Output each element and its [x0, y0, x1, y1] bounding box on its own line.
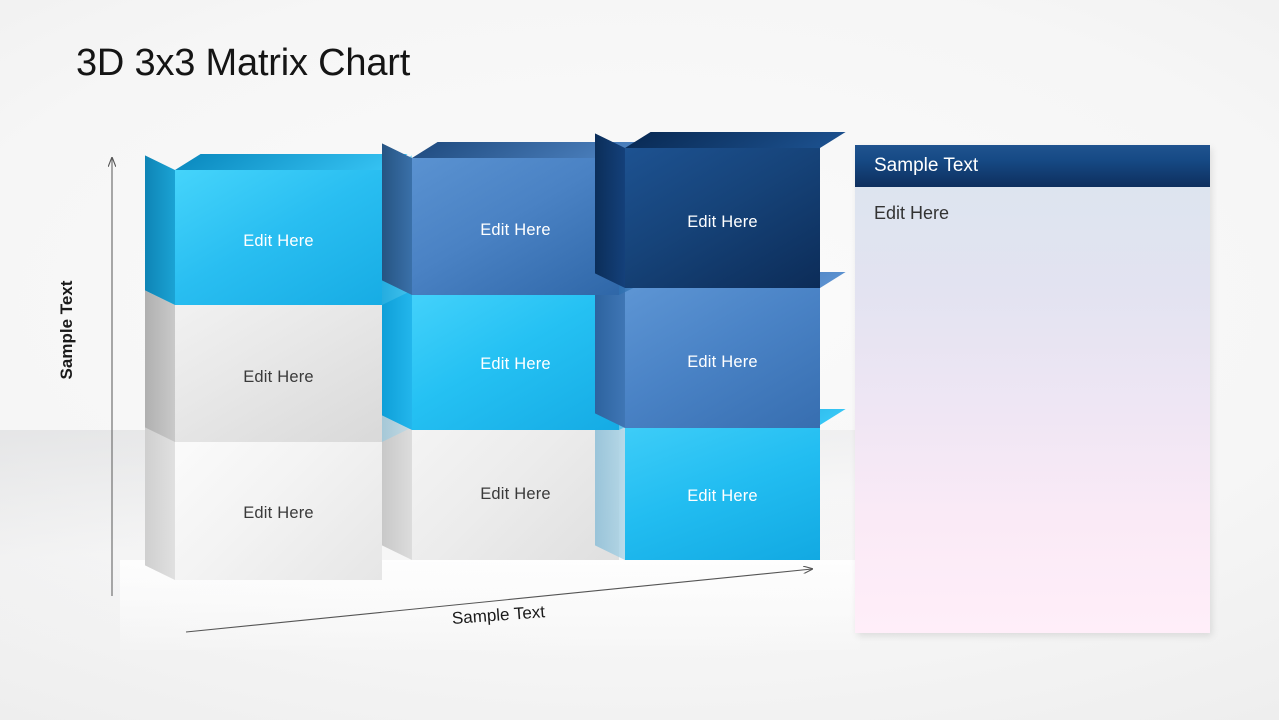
cell-top-face	[625, 132, 846, 148]
cell-top-face	[175, 154, 408, 170]
cell-left-face	[145, 290, 175, 442]
text-panel-body-label: Edit Here	[874, 203, 950, 223]
slide-canvas: 3D 3x3 Matrix Chart Sample Text Sample T…	[0, 0, 1279, 720]
cell-label: Edit Here	[243, 503, 314, 522]
cell-label: Edit Here	[480, 484, 551, 503]
text-panel-header-label: Sample Text	[874, 155, 979, 176]
cell-front-face: Edit Here	[625, 288, 820, 428]
cell-front-face: Edit Here	[625, 425, 820, 560]
cell-label: Edit Here	[687, 212, 758, 231]
text-panel-body[interactable]: Edit Here	[855, 187, 1210, 633]
cell-front-face: Edit Here	[412, 420, 619, 560]
cell-label: Edit Here	[687, 352, 758, 371]
matrix-cell-r2c2[interactable]: Edit Here	[382, 274, 649, 430]
text-panel[interactable]: Sample Text Edit Here	[855, 145, 1210, 633]
matrix-cell-r1c2[interactable]: Edit Here	[382, 142, 649, 295]
cell-left-face	[382, 143, 412, 295]
cell-front-face: Edit Here	[625, 148, 820, 288]
matrix-3d: Edit Here Edit Here Edit Here Edit Here	[0, 0, 860, 660]
cell-front-face: Edit Here	[175, 438, 382, 580]
matrix-cell-r2c3[interactable]: Edit Here	[595, 272, 846, 428]
cell-label: Edit Here	[480, 221, 551, 239]
cell-label: Edit Here	[243, 232, 314, 250]
cell-left-face	[595, 273, 625, 428]
cell-left-face	[145, 423, 175, 580]
cell-left-face	[595, 410, 625, 560]
cell-label: Edit Here	[687, 487, 758, 505]
cell-front-face: Edit Here	[412, 158, 619, 295]
cell-front-face: Edit Here	[175, 305, 382, 442]
cell-label: Edit Here	[243, 368, 314, 386]
matrix-cell-r3c1[interactable]: Edit Here	[145, 422, 408, 580]
cell-left-face	[595, 133, 625, 288]
matrix-cell-r1c1[interactable]: Edit Here	[145, 154, 412, 305]
cell-left-face	[145, 155, 175, 305]
matrix-cell-r3c2[interactable]: Edit Here	[382, 404, 645, 560]
matrix-cell-r2c1[interactable]: Edit Here	[145, 289, 412, 442]
cell-front-face: Edit Here	[175, 170, 382, 305]
matrix-cell-r1c3[interactable]: Edit Here	[595, 132, 846, 288]
cell-front-face: Edit Here	[412, 290, 619, 430]
matrix-cell-r3c3[interactable]: Edit Here	[595, 409, 846, 560]
cell-label: Edit Here	[480, 354, 551, 373]
text-panel-header: Sample Text	[855, 145, 1210, 187]
